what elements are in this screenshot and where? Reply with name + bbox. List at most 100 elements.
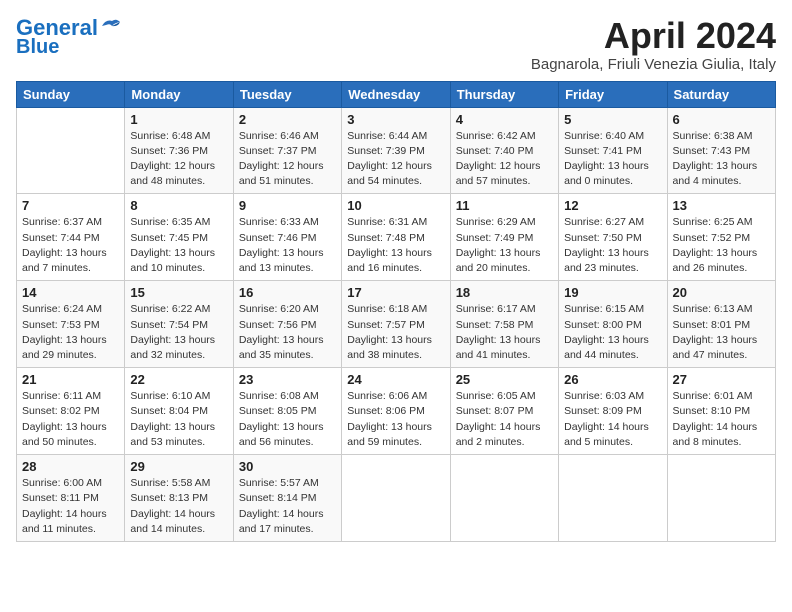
day-info: Sunrise: 6:48 AM Sunset: 7:36 PM Dayligh… — [130, 129, 227, 190]
weekday-header-row: SundayMondayTuesdayWednesdayThursdayFrid… — [17, 81, 776, 107]
logo-bird-icon — [100, 17, 122, 35]
day-number: 5 — [564, 112, 661, 127]
calendar-body: 1 Sunrise: 6:48 AM Sunset: 7:36 PM Daylig… — [17, 107, 776, 541]
day-number: 20 — [673, 285, 770, 300]
day-number: 15 — [130, 285, 227, 300]
day-number: 21 — [22, 372, 119, 387]
day-number: 22 — [130, 372, 227, 387]
calendar-table: SundayMondayTuesdayWednesdayThursdayFrid… — [16, 81, 776, 542]
day-number: 12 — [564, 198, 661, 213]
day-cell: 22 Sunrise: 6:10 AM Sunset: 8:04 PM Dayli… — [125, 368, 233, 455]
weekday-header-thursday: Thursday — [450, 81, 558, 107]
day-cell: 11 Sunrise: 6:29 AM Sunset: 7:49 PM Dayli… — [450, 194, 558, 281]
day-info: Sunrise: 6:11 AM Sunset: 8:02 PM Dayligh… — [22, 389, 119, 450]
day-cell: 6 Sunrise: 6:38 AM Sunset: 7:43 PM Daylig… — [667, 107, 775, 194]
day-cell: 17 Sunrise: 6:18 AM Sunset: 7:57 PM Dayli… — [342, 281, 450, 368]
day-cell: 26 Sunrise: 6:03 AM Sunset: 8:09 PM Dayli… — [559, 368, 667, 455]
day-info: Sunrise: 6:18 AM Sunset: 7:57 PM Dayligh… — [347, 302, 444, 363]
day-info: Sunrise: 6:44 AM Sunset: 7:39 PM Dayligh… — [347, 129, 444, 190]
day-number: 26 — [564, 372, 661, 387]
day-info: Sunrise: 6:24 AM Sunset: 7:53 PM Dayligh… — [22, 302, 119, 363]
day-cell — [667, 455, 775, 542]
weekday-header-tuesday: Tuesday — [233, 81, 341, 107]
day-cell: 23 Sunrise: 6:08 AM Sunset: 8:05 PM Dayli… — [233, 368, 341, 455]
week-row-5: 28 Sunrise: 6:00 AM Sunset: 8:11 PM Dayli… — [17, 455, 776, 542]
logo-blue: Blue — [16, 36, 59, 58]
day-number: 25 — [456, 372, 553, 387]
weekday-header-saturday: Saturday — [667, 81, 775, 107]
week-row-4: 21 Sunrise: 6:11 AM Sunset: 8:02 PM Dayli… — [17, 368, 776, 455]
day-cell: 28 Sunrise: 6:00 AM Sunset: 8:11 PM Dayli… — [17, 455, 125, 542]
day-number: 9 — [239, 198, 336, 213]
day-info: Sunrise: 6:31 AM Sunset: 7:48 PM Dayligh… — [347, 215, 444, 276]
day-cell: 16 Sunrise: 6:20 AM Sunset: 7:56 PM Dayli… — [233, 281, 341, 368]
day-cell: 30 Sunrise: 5:57 AM Sunset: 8:14 PM Dayli… — [233, 455, 341, 542]
week-row-2: 7Sunrise: 6:37 AM Sunset: 7:44 PM Daylig… — [17, 194, 776, 281]
week-row-3: 14Sunrise: 6:24 AM Sunset: 7:53 PM Dayli… — [17, 281, 776, 368]
day-info: Sunrise: 6:00 AM Sunset: 8:11 PM Dayligh… — [22, 476, 119, 537]
day-number: 16 — [239, 285, 336, 300]
day-info: Sunrise: 6:29 AM Sunset: 7:49 PM Dayligh… — [456, 215, 553, 276]
day-number: 27 — [673, 372, 770, 387]
day-cell: 10 Sunrise: 6:31 AM Sunset: 7:48 PM Dayli… — [342, 194, 450, 281]
day-cell: 4Sunrise: 6:42 AM Sunset: 7:40 PM Daylig… — [450, 107, 558, 194]
day-info: Sunrise: 6:33 AM Sunset: 7:46 PM Dayligh… — [239, 215, 336, 276]
day-number: 23 — [239, 372, 336, 387]
day-info: Sunrise: 6:08 AM Sunset: 8:05 PM Dayligh… — [239, 389, 336, 450]
day-number: 30 — [239, 459, 336, 474]
day-info: Sunrise: 6:35 AM Sunset: 7:45 PM Dayligh… — [130, 215, 227, 276]
day-info: Sunrise: 5:58 AM Sunset: 8:13 PM Dayligh… — [130, 476, 227, 537]
day-info: Sunrise: 6:17 AM Sunset: 7:58 PM Dayligh… — [456, 302, 553, 363]
day-number: 3 — [347, 112, 444, 127]
day-number: 11 — [456, 198, 553, 213]
day-info: Sunrise: 6:38 AM Sunset: 7:43 PM Dayligh… — [673, 129, 770, 190]
logo: General Blue — [16, 16, 122, 58]
day-number: 13 — [673, 198, 770, 213]
day-cell: 25Sunrise: 6:05 AM Sunset: 8:07 PM Dayli… — [450, 368, 558, 455]
day-info: Sunrise: 6:03 AM Sunset: 8:09 PM Dayligh… — [564, 389, 661, 450]
day-number: 6 — [673, 112, 770, 127]
month-title: April 2024 — [531, 16, 776, 56]
day-cell: 18 Sunrise: 6:17 AM Sunset: 7:58 PM Dayli… — [450, 281, 558, 368]
day-cell — [342, 455, 450, 542]
day-number: 8 — [130, 198, 227, 213]
day-info: Sunrise: 6:27 AM Sunset: 7:50 PM Dayligh… — [564, 215, 661, 276]
day-cell: 1 Sunrise: 6:48 AM Sunset: 7:36 PM Daylig… — [125, 107, 233, 194]
day-cell — [559, 455, 667, 542]
day-info: Sunrise: 6:25 AM Sunset: 7:52 PM Dayligh… — [673, 215, 770, 276]
weekday-header-sunday: Sunday — [17, 81, 125, 107]
day-info: Sunrise: 6:42 AM Sunset: 7:40 PM Dayligh… — [456, 129, 553, 190]
day-cell: 21 Sunrise: 6:11 AM Sunset: 8:02 PM Dayli… — [17, 368, 125, 455]
day-cell: 7Sunrise: 6:37 AM Sunset: 7:44 PM Daylig… — [17, 194, 125, 281]
day-cell: 14Sunrise: 6:24 AM Sunset: 7:53 PM Dayli… — [17, 281, 125, 368]
weekday-header-wednesday: Wednesday — [342, 81, 450, 107]
day-info: Sunrise: 6:22 AM Sunset: 7:54 PM Dayligh… — [130, 302, 227, 363]
day-cell: 27Sunrise: 6:01 AM Sunset: 8:10 PM Dayli… — [667, 368, 775, 455]
day-number: 29 — [130, 459, 227, 474]
day-number: 28 — [22, 459, 119, 474]
week-row-1: 1 Sunrise: 6:48 AM Sunset: 7:36 PM Daylig… — [17, 107, 776, 194]
weekday-header-friday: Friday — [559, 81, 667, 107]
day-number: 24 — [347, 372, 444, 387]
day-number: 19 — [564, 285, 661, 300]
day-info: Sunrise: 6:10 AM Sunset: 8:04 PM Dayligh… — [130, 389, 227, 450]
day-number: 2 — [239, 112, 336, 127]
day-info: Sunrise: 6:06 AM Sunset: 8:06 PM Dayligh… — [347, 389, 444, 450]
day-number: 17 — [347, 285, 444, 300]
weekday-header-monday: Monday — [125, 81, 233, 107]
day-cell: 9 Sunrise: 6:33 AM Sunset: 7:46 PM Daylig… — [233, 194, 341, 281]
day-number: 7 — [22, 198, 119, 213]
day-number: 18 — [456, 285, 553, 300]
day-cell: 8 Sunrise: 6:35 AM Sunset: 7:45 PM Daylig… — [125, 194, 233, 281]
day-number: 1 — [130, 112, 227, 127]
day-cell — [450, 455, 558, 542]
day-cell: 29 Sunrise: 5:58 AM Sunset: 8:13 PM Dayli… — [125, 455, 233, 542]
day-cell: 20Sunrise: 6:13 AM Sunset: 8:01 PM Dayli… — [667, 281, 775, 368]
day-info: Sunrise: 5:57 AM Sunset: 8:14 PM Dayligh… — [239, 476, 336, 537]
page-header: General Blue April 2024 Bagnarola, Friul… — [16, 16, 776, 73]
day-number: 10 — [347, 198, 444, 213]
location: Bagnarola, Friuli Venezia Giulia, Italy — [531, 56, 776, 73]
day-info: Sunrise: 6:20 AM Sunset: 7:56 PM Dayligh… — [239, 302, 336, 363]
day-cell: 3 Sunrise: 6:44 AM Sunset: 7:39 PM Daylig… — [342, 107, 450, 194]
day-cell: 19Sunrise: 6:15 AM Sunset: 8:00 PM Dayli… — [559, 281, 667, 368]
